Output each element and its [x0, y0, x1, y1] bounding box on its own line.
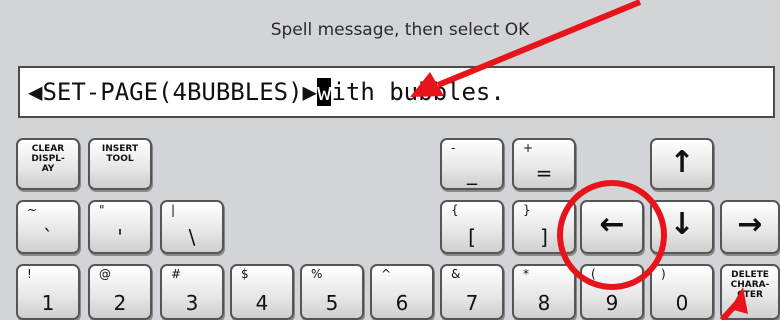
- arrow-to-delete-key: [719, 287, 748, 320]
- annotation-arrows: [410, 0, 748, 320]
- arrow-to-cursor: [410, 0, 642, 97]
